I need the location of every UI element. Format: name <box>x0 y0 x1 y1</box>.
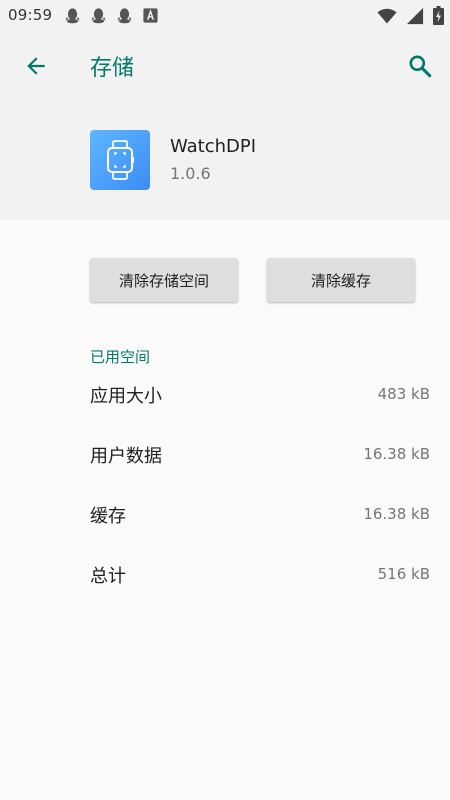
storage-row-label: 总计 <box>90 566 126 587</box>
battery-charging-icon <box>433 6 444 25</box>
qq-icon <box>117 8 132 24</box>
storage-row-total: 总计 516 kB <box>90 554 430 594</box>
storage-row-user-data: 用户数据 16.38 kB <box>90 434 430 474</box>
watch-icon <box>107 140 134 180</box>
clear-storage-button[interactable]: 清除存储空间 <box>90 258 238 302</box>
app-name: WatchDPI <box>170 136 257 157</box>
qq-icon <box>91 8 106 24</box>
storage-row-app-size: 应用大小 483 kB <box>90 374 430 414</box>
system-icons <box>377 6 444 25</box>
storage-row-label: 应用大小 <box>90 386 162 407</box>
app-header: 存储 WatchDPI 1.0.6 <box>0 30 450 220</box>
back-button[interactable] <box>18 51 54 81</box>
status-bar: 09:59 <box>0 0 450 30</box>
arrow-back-icon <box>27 57 45 75</box>
status-time: 09:59 <box>8 6 53 24</box>
storage-row-value: 516 kB <box>377 565 430 583</box>
section-header-used-space: 已用空间 <box>90 348 151 366</box>
notification-icons <box>64 7 159 24</box>
storage-row-value: 16.38 kB <box>363 505 430 523</box>
clear-cache-button[interactable]: 清除缓存 <box>267 258 415 302</box>
storage-row-value: 16.38 kB <box>363 445 430 463</box>
storage-row-value: 483 kB <box>377 385 430 403</box>
qq-icon <box>65 8 80 24</box>
search-button[interactable] <box>402 50 438 82</box>
app-version: 1.0.6 <box>170 164 211 183</box>
storage-row-label: 用户数据 <box>90 446 162 467</box>
storage-row-cache: 缓存 16.38 kB <box>90 494 430 534</box>
app-icon <box>90 130 150 190</box>
page-title: 存储 <box>90 56 135 81</box>
storage-row-label: 缓存 <box>90 506 126 527</box>
font-a-icon <box>143 8 158 23</box>
signal-icon <box>406 7 424 24</box>
wifi-icon <box>377 8 397 23</box>
search-icon <box>409 55 432 78</box>
